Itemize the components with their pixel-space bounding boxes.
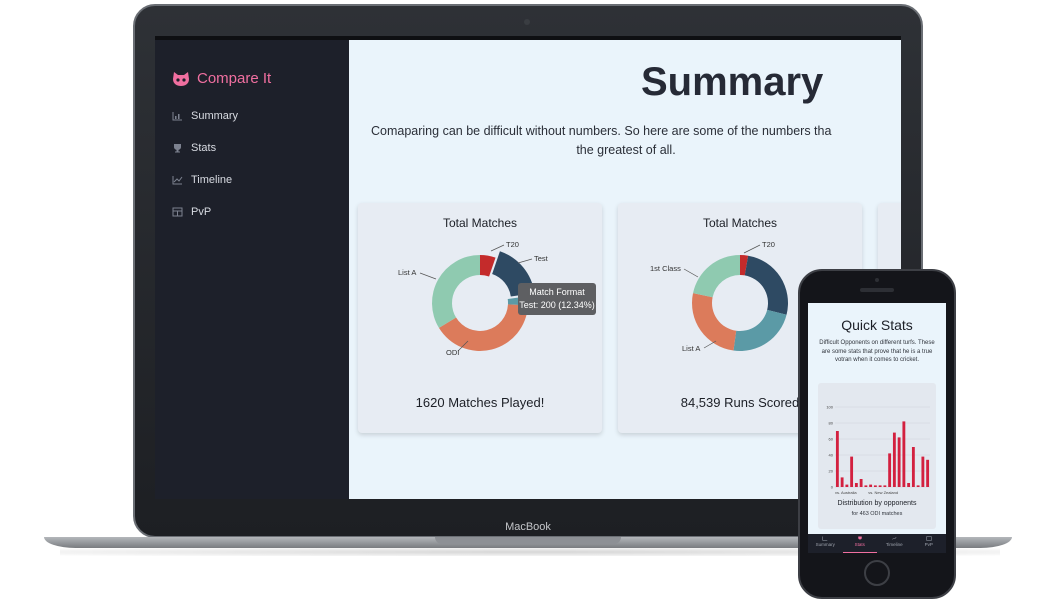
slice-label: List A	[398, 268, 416, 277]
bar[interactable]	[897, 437, 901, 487]
slice-label: Test	[534, 254, 549, 263]
phone-camera	[875, 278, 879, 282]
phone-tab-bar: Summary Stats Timeline PvP	[808, 534, 946, 553]
octocat-icon	[173, 71, 189, 86]
chart-subcaption: for 463 ODI matches	[851, 511, 903, 517]
card-footer: 1620 Matches Played!	[415, 395, 545, 410]
card-title: Total Matches	[702, 216, 778, 230]
line-chart-icon	[172, 176, 183, 185]
phone-home-button[interactable]	[864, 560, 890, 586]
trophy-icon	[858, 536, 862, 540]
phone-page-title: Quick Stats	[841, 317, 913, 333]
bar[interactable]	[835, 431, 839, 487]
line-chart-icon	[892, 536, 897, 540]
sidebar: Compare It Summary Stats Timeline PvP	[155, 40, 349, 499]
leader-line	[703, 340, 717, 349]
leader-line	[683, 268, 699, 278]
nav-item-pvp[interactable]: PvP	[172, 206, 211, 218]
card-title: Total Matches	[442, 216, 518, 230]
donut-slice[interactable]	[744, 255, 788, 315]
bar[interactable]	[854, 483, 858, 487]
laptop-notch	[435, 537, 621, 544]
x-tick-label: vs. New Zealand	[868, 490, 898, 495]
leader-line	[419, 272, 437, 280]
bar[interactable]	[902, 421, 906, 487]
y-tick-label: 0	[831, 485, 834, 490]
bar[interactable]	[845, 484, 849, 487]
bar[interactable]	[916, 485, 920, 487]
bar[interactable]	[921, 456, 925, 487]
y-tick-label: 20	[829, 469, 834, 474]
nav-item-summary[interactable]: Summary	[172, 110, 238, 122]
bar-chart-icon	[172, 112, 182, 121]
phone-speaker	[860, 288, 894, 292]
app-logo[interactable]: Compare It	[171, 70, 271, 87]
bar[interactable]	[883, 485, 887, 487]
donut-slice[interactable]	[733, 309, 787, 351]
x-tick-label: vs. Australia	[835, 490, 857, 495]
phone-screen: Quick Stats Difficult Opponents on diffe…	[808, 303, 946, 553]
leader-line	[517, 258, 533, 264]
bar[interactable]	[878, 485, 882, 487]
bar[interactable]	[911, 447, 915, 487]
chart-tooltip: Match Format Test: 200 (12.34%)	[518, 283, 596, 315]
tab-label: Stats	[854, 542, 865, 547]
slice-label: T20	[762, 240, 775, 249]
laptop-screen: Compare It Summary Stats Timeline PvP Su…	[155, 36, 901, 499]
nav-label-stats: Stats	[191, 142, 217, 154]
tooltip-value: Test: 200 (12.34%)	[519, 300, 595, 310]
app-name: Compare It	[197, 70, 272, 87]
tab-label: Timeline	[885, 542, 903, 547]
leader-line	[743, 244, 761, 254]
nav-label-pvp: PvP	[191, 206, 212, 218]
tab-label: Summary	[815, 542, 835, 547]
device-mockup: Compare It Summary Stats Timeline PvP Su…	[0, 0, 1056, 606]
tab-stats[interactable]: Stats	[842, 534, 877, 553]
bar[interactable]	[859, 479, 863, 487]
tab-timeline[interactable]: Timeline	[877, 534, 912, 553]
bar[interactable]	[892, 432, 896, 487]
y-tick-label: 40	[829, 453, 834, 458]
phone-description: Difficult Opponents on different turfs. …	[819, 340, 935, 363]
nav-label-timeline: Timeline	[191, 174, 233, 186]
nav-item-stats[interactable]: Stats	[172, 142, 216, 154]
table-icon	[926, 536, 932, 541]
bar-chart-icon	[822, 536, 828, 541]
bar[interactable]	[907, 483, 911, 487]
laptop-camera	[524, 19, 530, 25]
bar[interactable]	[873, 485, 877, 487]
phone-chart-card: 0 20 40 60 80 100 vs. Australia vs. New Zealand…	[818, 383, 936, 529]
table-icon	[172, 207, 183, 217]
slice-label: ODI	[446, 348, 459, 357]
bar[interactable]	[850, 456, 854, 487]
page-title: Summary	[641, 60, 824, 104]
slice-label: List A	[682, 344, 700, 353]
tooltip-title: Match Format	[529, 287, 585, 297]
subtitle-line-2: the greatest of all.	[576, 143, 676, 157]
donut-slice[interactable]	[693, 255, 740, 298]
chart-caption: Distribution by opponents	[837, 500, 917, 507]
bar[interactable]	[888, 453, 892, 487]
page-subtitle: Comaparing can be difficult without numb…	[371, 122, 901, 160]
tab-pvp[interactable]: PvP	[912, 534, 947, 553]
nav-label-summary: Summary	[191, 110, 239, 122]
leader-line	[490, 244, 505, 252]
donut-slice[interactable]	[432, 255, 480, 328]
y-tick-label: 60	[829, 437, 834, 442]
bar[interactable]	[840, 477, 844, 487]
bar[interactable]	[864, 485, 868, 487]
bar[interactable]	[869, 484, 873, 487]
slice-label: 1st Class	[650, 264, 681, 273]
y-tick-label: 100	[826, 405, 833, 410]
summary-card-matches: Total Matches T20 Test ODI List A Match For…	[358, 203, 602, 433]
nav-item-timeline[interactable]: Timeline	[172, 174, 232, 186]
tab-summary[interactable]: Summary	[808, 534, 843, 553]
tab-label: PvP	[924, 542, 933, 547]
bar[interactable]	[926, 459, 930, 487]
y-tick-label: 80	[829, 421, 834, 426]
bar-chart-opponents: 0 20 40 60 80 100 vs. Australia vs. New Zealand	[826, 405, 930, 495]
subtitle-line-1: Comaparing can be difficult without numb…	[371, 124, 832, 138]
trophy-icon	[174, 144, 181, 153]
slice-label: T20	[506, 240, 519, 249]
